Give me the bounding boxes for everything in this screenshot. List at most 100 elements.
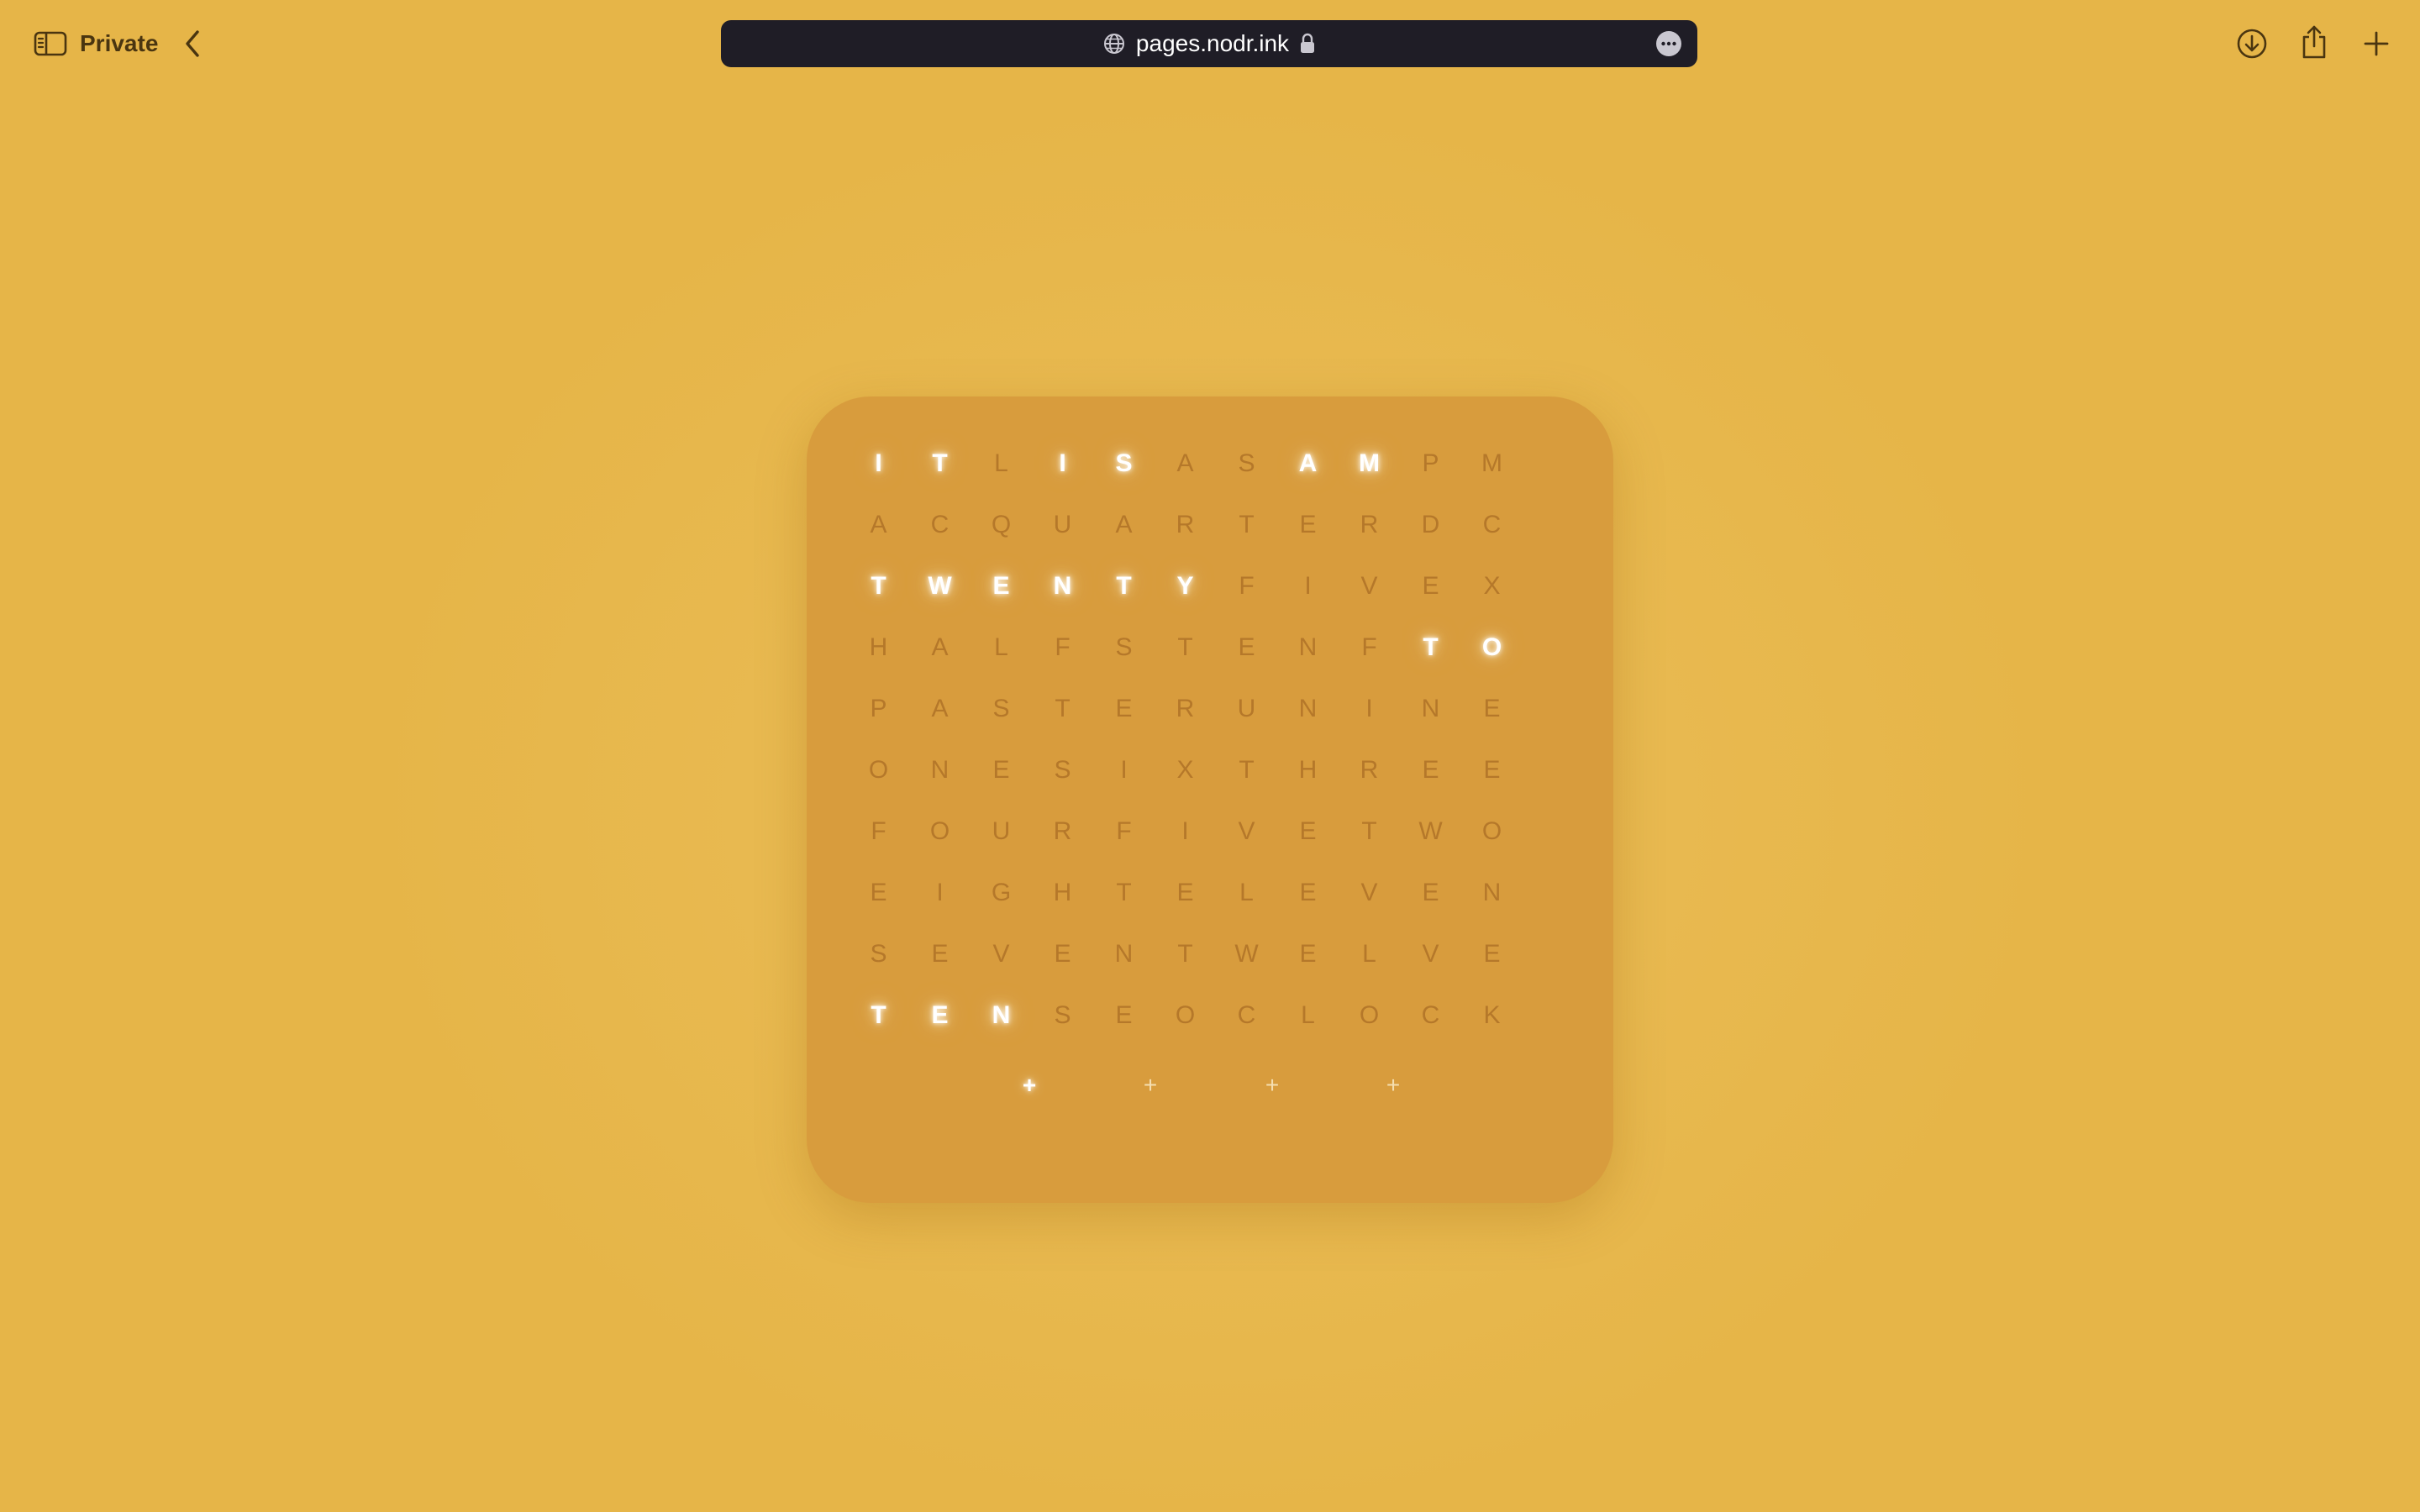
clock-letter: E [1422,755,1439,784]
clock-letter: T [871,1000,886,1029]
clock-letter: E [931,1000,949,1029]
share-icon [2302,25,2326,59]
clock-letter: E [1054,939,1071,968]
clock-letter: S [1115,449,1133,477]
clock-letter: M [1481,449,1502,477]
plus-icon [2364,31,2389,56]
clock-letter: P [1422,449,1439,477]
clock-letter: N [1114,939,1134,968]
new-tab-button[interactable] [2356,24,2396,64]
clock-letter: H [869,633,888,661]
clock-letter: I [1120,755,1128,784]
share-button[interactable] [2294,20,2334,64]
clock-letter: E [1115,1000,1133,1029]
clock-letter: T [932,449,948,477]
clock-letter: E [1299,816,1317,845]
clock-letter: E [1483,755,1501,784]
clock-letter: I [936,878,944,906]
clock-letter: A [1115,510,1133,538]
address-content: pages.nodr.ink [721,20,1697,67]
downloads-button[interactable] [2232,24,2272,64]
clock-letter: R [1176,694,1195,722]
sidebar-toggle-button[interactable] [30,24,71,64]
clock-letter: U [1053,510,1072,538]
clock-letter: P [870,694,887,722]
clock-letter: E [1299,939,1317,968]
chevron-left-icon [186,30,199,57]
clock-letter: N [1421,694,1440,722]
clock-letter: T [871,571,886,600]
clock-letter: T [1423,633,1439,661]
clock-letter: W [1418,816,1443,845]
clock-letter: R [1176,510,1195,538]
clock-letter: O [1359,1000,1380,1029]
clock-letter: S [1054,755,1071,784]
clock-letter: S [1054,1000,1071,1029]
clock-letter: Y [1176,571,1194,600]
clock-letter: F [1239,571,1255,600]
globe-icon [1103,34,1124,54]
clock-letter: E [992,755,1010,784]
clock-letter: A [931,633,949,661]
clock-letter: H [1298,755,1318,784]
clock-letter: E [931,939,949,968]
clock-letter: E [1238,633,1255,661]
clock-letter: T [1239,510,1255,538]
clock-letter: Q [991,510,1012,538]
minute-dot: + [1386,1072,1401,1098]
letter-grid: I T L I S A S A M P M A C Q U A R T E R D C T W E N T Y F I V E X H A L F S T E… [848,433,1523,1046]
clock-letter: O [1481,633,1502,661]
clock-letter: W [928,571,952,600]
clock-letter: F [1361,633,1377,661]
clock-letter: I [1365,694,1373,722]
clock-letter: E [1483,694,1501,722]
clock-letter: D [1421,510,1440,538]
clock-letter: N [1053,571,1072,600]
clock-letter: C [930,510,950,538]
clock-letter: L [994,449,1008,477]
back-button[interactable] [173,24,213,64]
clock-letter: V [1360,878,1378,906]
clock-letter: U [1237,694,1256,722]
clock-letter: R [1053,816,1072,845]
address-bar[interactable]: pages.nodr.ink [721,20,1697,67]
word-clock: I T L I S A S A M P M A C Q U A R T E R D C T W E N T Y F I V E X H A L F S T E… [807,396,1613,1203]
clock-letter: V [1422,939,1439,968]
lock-icon [1301,33,1315,53]
clock-letter: O [1175,1000,1196,1029]
clock-letter: L [1301,1000,1315,1029]
clock-letter: T [1177,939,1193,968]
private-mode-label: Private [80,30,159,56]
clock-letter: H [1053,878,1072,906]
download-icon [2237,29,2267,59]
clock-letter: S [992,694,1010,722]
clock-letter: A [1298,449,1318,477]
clock-letter: N [930,755,950,784]
clock-letter: S [1115,633,1133,661]
clock-letter: T [1177,633,1193,661]
clock-letter: F [1055,633,1071,661]
page-menu-button[interactable] [1655,30,1682,57]
clock-letter: I [1181,816,1189,845]
clock-letter: M [1359,449,1380,477]
clock-letter: A [1176,449,1194,477]
clock-letter: V [1238,816,1255,845]
clock-letter: T [1116,571,1132,600]
clock-letter: I [1304,571,1312,600]
clock-letter: C [1237,1000,1256,1029]
clock-letter: L [994,633,1008,661]
clock-letter: L [1239,878,1254,906]
clock-letter: R [1360,510,1379,538]
minute-dot: + [1265,1072,1280,1098]
clock-letter: G [991,878,1012,906]
clock-letter: X [1176,755,1194,784]
clock-letter: R [1360,755,1379,784]
url-text[interactable]: pages.nodr.ink [1136,20,1289,67]
clock-letter: E [1176,878,1194,906]
clock-letter: E [1115,694,1133,722]
clock-letter: A [931,694,949,722]
clock-letter: A [870,510,887,538]
clock-letter: F [871,816,886,845]
clock-letter: E [1422,571,1439,600]
clock-letter: T [1116,878,1132,906]
